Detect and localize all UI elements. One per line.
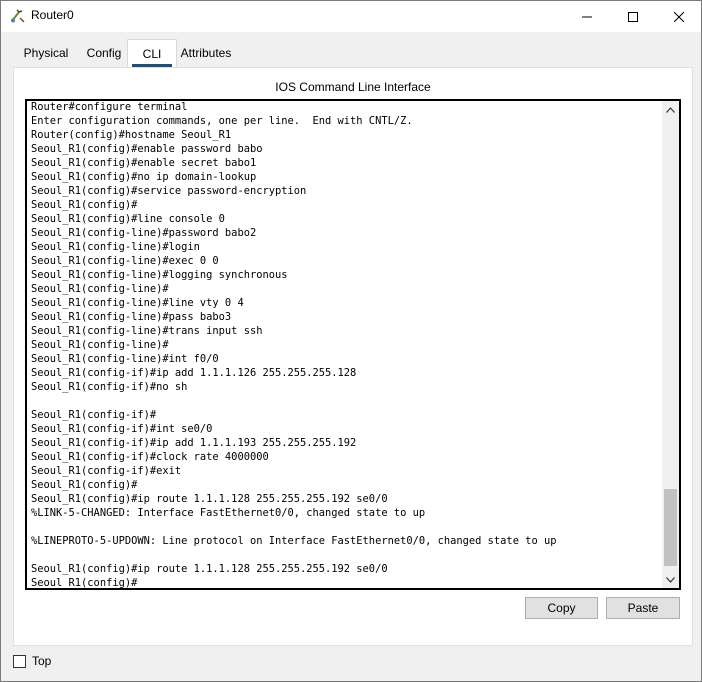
tab-bar: Physical Config CLI Attributes <box>13 39 693 68</box>
cli-line <box>31 520 661 534</box>
cli-terminal[interactable]: Router#configure terminal Enter configura… <box>25 99 681 590</box>
scrollbar-thumb[interactable] <box>664 489 677 566</box>
tab-config[interactable]: Config <box>83 39 125 67</box>
tab-config-label: Config <box>86 46 122 60</box>
cli-line: Router#configure terminal <box>31 101 188 113</box>
cli-line: Seoul_R1(config)#no ip domain-lookup <box>31 171 257 183</box>
cli-line: Seoul_R1(config-line)#pass babo3 <box>31 311 232 323</box>
cli-output[interactable]: Router#configure terminal Enter configura… <box>31 101 661 589</box>
cli-line: Seoul_R1(config-line)#login <box>31 241 200 253</box>
router-app-icon <box>11 9 25 23</box>
chevron-up-icon <box>666 106 675 113</box>
cli-line: Seoul_R1(config)#ip route 1.1.1.128 255.… <box>31 493 388 505</box>
cli-line: Router(config)#hostname Seoul_R1 <box>31 129 232 141</box>
tab-physical[interactable]: Physical <box>13 39 79 67</box>
minimize-icon <box>582 16 592 17</box>
cli-line: Seoul_R1(config)# <box>31 479 138 491</box>
tab-attributes[interactable]: Attributes <box>177 39 235 67</box>
router-window: Router0 Physical Config CLI Attributes I… <box>0 0 702 682</box>
cli-line: Seoul_R1(config-line)#int f0/0 <box>31 353 219 365</box>
tab-physical-label: Physical <box>23 46 69 60</box>
cli-line: Seoul_R1(config-line)#trans input ssh <box>31 325 263 337</box>
cli-line: Seoul_R1(config-if)# <box>31 409 157 421</box>
cli-line: Seoul_R1(config)# <box>31 577 138 589</box>
cli-line: Seoul_R1(config)#line console 0 <box>31 213 225 225</box>
vertical-scrollbar[interactable] <box>662 101 679 588</box>
top-option[interactable]: Top <box>13 654 51 668</box>
cli-line: %LINEPROTO-5-UPDOWN: Line protocol on In… <box>31 535 557 547</box>
cli-line: Seoul_R1(config-line)# <box>31 283 169 295</box>
cli-line: Seoul_R1(config)# <box>31 199 138 211</box>
cli-line: Seoul_R1(config-if)#ip add 1.1.1.193 255… <box>31 437 357 449</box>
top-checkbox-label: Top <box>32 654 52 668</box>
cli-line: Seoul_R1(config-line)#line vty 0 4 <box>31 297 244 309</box>
window-title: Router0 <box>31 8 74 22</box>
cli-line: Seoul_R1(config-line)#exec 0 0 <box>31 255 219 267</box>
cli-panel-title: IOS Command Line Interface <box>275 80 431 94</box>
title-bar[interactable]: Router0 <box>1 1 701 32</box>
cli-line: Seoul_R1(config-line)#password babo2 <box>31 227 257 239</box>
scroll-down-button[interactable] <box>662 571 679 588</box>
cli-line: Seoul_R1(config)#enable secret babo1 <box>31 157 257 169</box>
cli-line: Seoul_R1(config)#service password-encryp… <box>31 185 307 197</box>
tab-cli[interactable]: CLI <box>127 39 177 68</box>
copy-button[interactable]: Copy <box>525 597 598 619</box>
top-checkbox[interactable] <box>13 654 26 668</box>
scroll-up-button[interactable] <box>662 101 679 118</box>
cli-line <box>31 394 661 408</box>
cli-line: Seoul_R1(config-if)#no sh <box>31 381 188 393</box>
chevron-down-icon <box>666 576 675 583</box>
cli-line: Seoul_R1(config-if)#ip add 1.1.1.126 255… <box>31 367 357 379</box>
close-button[interactable] <box>656 1 702 32</box>
cli-line: Enter configuration commands, one per li… <box>31 115 413 127</box>
minimize-button[interactable] <box>564 1 610 32</box>
maximize-icon <box>628 11 638 22</box>
paste-button[interactable]: Paste <box>606 597 680 619</box>
cli-line: Seoul_R1(config-if)#clock rate 4000000 <box>31 451 269 463</box>
cli-line: Seoul_R1(config-if)#int se0/0 <box>31 423 213 435</box>
cli-line: Seoul_R1(config)#enable password babo <box>31 143 263 155</box>
cli-panel: IOS Command Line Interface Router#config… <box>13 67 693 646</box>
tab-attributes-label: Attributes <box>180 46 232 60</box>
cli-line: Seoul_R1(config)#ip route 1.1.1.128 255.… <box>31 563 388 575</box>
cli-line <box>31 548 661 562</box>
maximize-button[interactable] <box>610 1 656 32</box>
cli-line: Seoul_R1(config-if)#exit <box>31 465 182 477</box>
cli-line: Seoul_R1(config-line)#logging synchronou… <box>31 269 288 281</box>
cli-line: Seoul_R1(config-line)# <box>31 339 169 351</box>
cli-line: %LINK-5-CHANGED: Interface FastEthernet0… <box>31 507 426 519</box>
tab-cli-label: CLI <box>142 47 162 61</box>
close-icon <box>674 11 684 22</box>
